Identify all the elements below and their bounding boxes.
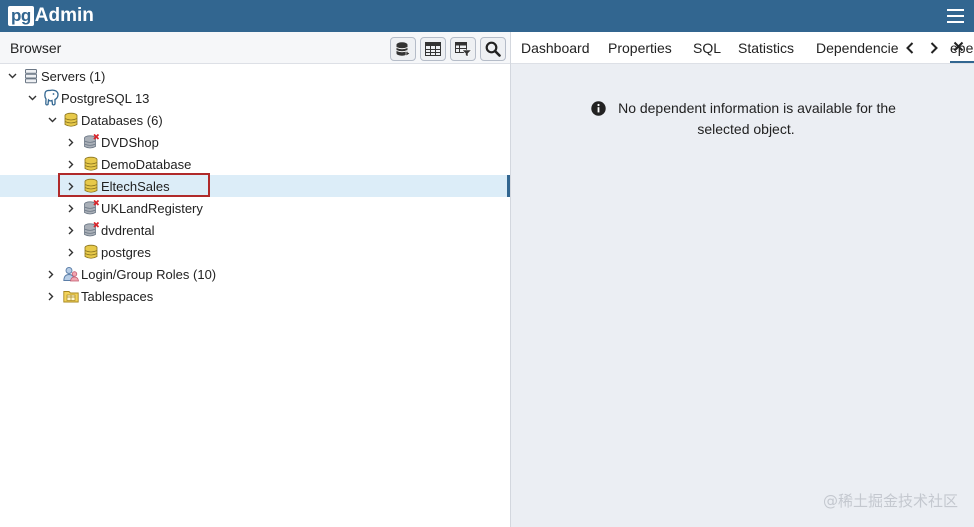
- chevron-right-icon[interactable]: [66, 181, 76, 191]
- tab-statistics[interactable]: Statistics: [738, 40, 794, 56]
- filtered-rows-button[interactable]: [450, 37, 476, 61]
- tree-label-database: UKLandRegistery: [101, 200, 203, 216]
- pgadmin-logo[interactable]: pg Admin: [8, 5, 94, 27]
- tree-label-database: EltechSales: [101, 178, 170, 194]
- message-line-2: selected object.: [697, 121, 795, 137]
- tree-node-database-selected[interactable]: EltechSales: [0, 175, 510, 197]
- query-tool-button[interactable]: [390, 37, 416, 61]
- chevron-right-icon[interactable]: [46, 291, 56, 301]
- tablespaces-icon: [63, 291, 79, 303]
- database-icon: [84, 156, 98, 171]
- view-data-icon: [425, 42, 441, 56]
- database-icon: [84, 244, 98, 259]
- view-data-button[interactable]: [420, 37, 446, 61]
- tree-node-servers[interactable]: Servers (1): [0, 65, 510, 87]
- message-line-1: No dependent information is available fo…: [618, 100, 896, 116]
- filtered-rows-icon: [454, 41, 472, 57]
- database-disconnected-icon: [84, 222, 99, 237]
- tree-label-tablespaces: Tablespaces: [81, 288, 154, 304]
- chevron-right-icon[interactable]: [66, 225, 76, 235]
- chevron-down-icon[interactable]: [27, 93, 37, 103]
- tree-node-server[interactable]: PostgreSQL 13: [0, 87, 510, 109]
- tab-dashboard[interactable]: Dashboard: [521, 40, 590, 56]
- tab-bar: Dashboard Properties SQL Statistics Depe…: [511, 32, 974, 64]
- empty-state-message: No dependent information is available fo…: [591, 98, 901, 140]
- chevron-right-icon[interactable]: [927, 39, 941, 57]
- server-group-icon: [25, 69, 37, 84]
- tree-label-database: DemoDatabase: [101, 156, 192, 172]
- active-tab-indicator: [950, 61, 974, 63]
- browser-panel: Browser Servers (1) PostgreSQL 13 Databa…: [0, 32, 510, 527]
- right-panel: Dashboard Properties SQL Statistics Depe…: [511, 32, 974, 527]
- tree-node-database[interactable]: DemoDatabase: [0, 153, 510, 175]
- database-disconnected-icon: [84, 134, 99, 149]
- tree-node-databases[interactable]: Databases (6): [0, 109, 510, 131]
- menu-icon[interactable]: [947, 9, 964, 23]
- chevron-right-icon[interactable]: [46, 269, 56, 279]
- chevron-right-icon[interactable]: [66, 203, 76, 213]
- chevron-left-icon[interactable]: [903, 39, 917, 57]
- tree-label-servers: Servers (1): [41, 68, 106, 84]
- tree-label-database: DVDShop: [101, 134, 159, 150]
- close-icon[interactable]: [952, 40, 964, 52]
- query-tool-icon: [396, 42, 411, 57]
- top-navbar: pg Admin: [0, 0, 974, 32]
- databases-icon: [64, 112, 78, 127]
- chevron-right-icon[interactable]: [66, 247, 76, 257]
- browser-title: Browser: [10, 40, 62, 56]
- tree-node-database[interactable]: postgres: [0, 241, 510, 263]
- tree-label-databases: Databases (6): [81, 112, 163, 128]
- tree-node-database[interactable]: UKLandRegistery: [0, 197, 510, 219]
- tree-node-tablespaces[interactable]: Tablespaces: [0, 285, 510, 307]
- tree-label-login-roles: Login/Group Roles (10): [81, 266, 217, 282]
- tree-node-database[interactable]: DVDShop: [0, 131, 510, 153]
- tab-dependencies[interactable]: Dependencie: [816, 40, 898, 56]
- tree-node-database[interactable]: dvdrental: [0, 219, 510, 241]
- postgresql-elephant-icon: [44, 89, 59, 106]
- tree-label-database: dvdrental: [101, 222, 155, 238]
- database-icon: [84, 178, 98, 193]
- database-disconnected-icon: [84, 200, 99, 215]
- tab-sql[interactable]: SQL: [693, 40, 721, 56]
- chevron-right-icon[interactable]: [66, 159, 76, 169]
- login-roles-icon: [63, 267, 79, 282]
- logo-pg: pg: [8, 6, 34, 26]
- watermark: @稀土掘金技术社区: [822, 492, 958, 510]
- tab-properties[interactable]: Properties: [608, 40, 672, 56]
- search-objects-button[interactable]: [480, 37, 506, 61]
- chevron-down-icon[interactable]: [7, 71, 17, 81]
- tree-node-login-roles[interactable]: Login/Group Roles (10): [0, 263, 510, 285]
- chevron-down-icon[interactable]: [47, 115, 57, 125]
- search-objects-icon: [485, 41, 501, 57]
- chevron-right-icon[interactable]: [66, 137, 76, 147]
- tree-label-server: PostgreSQL 13: [61, 90, 150, 106]
- tree-label-database: postgres: [101, 244, 151, 260]
- logo-admin: Admin: [34, 5, 94, 26]
- browser-header: Browser: [0, 32, 510, 64]
